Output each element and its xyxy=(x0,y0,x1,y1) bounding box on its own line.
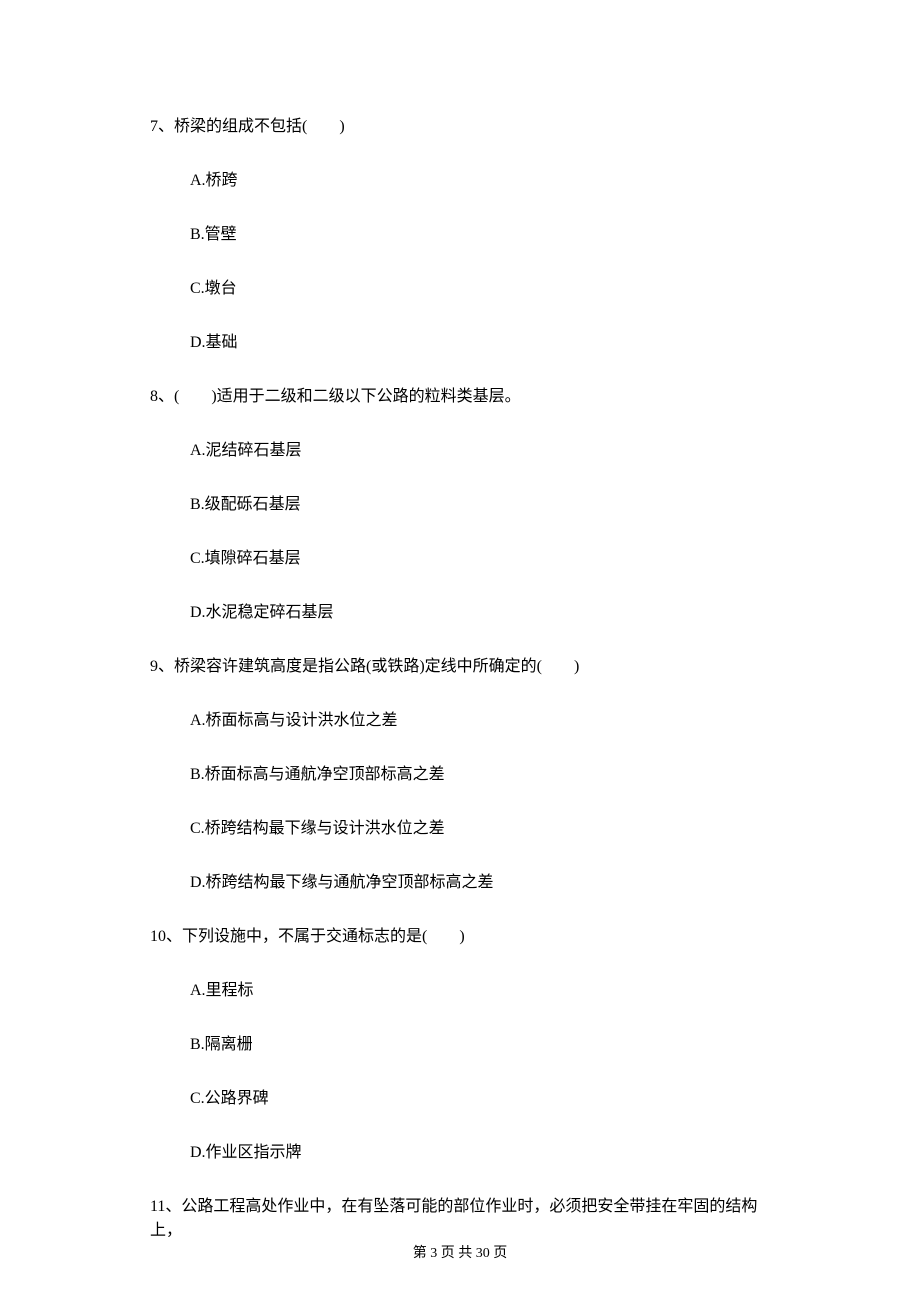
option-c: C.墩台 xyxy=(190,277,770,301)
option-d: D.桥跨结构最下缘与通航净空顶部标高之差 xyxy=(190,871,770,895)
question-7: 7、桥梁的组成不包括( ) A.桥跨 B.管壁 C.墩台 D.基础 xyxy=(150,115,770,355)
option-b: B.桥面标高与通航净空顶部标高之差 xyxy=(190,763,770,787)
question-number: 7、 xyxy=(150,118,174,135)
option-d: D.作业区指示牌 xyxy=(190,1141,770,1165)
option-c: C.公路界碑 xyxy=(190,1087,770,1111)
question-body: ( )适用于二级和二级以下公路的粒料类基层。 xyxy=(174,388,521,405)
question-text: 7、桥梁的组成不包括( ) xyxy=(150,115,770,139)
question-body: 下列设施中，不属于交通标志的是( ) xyxy=(182,928,465,945)
question-body: 桥梁的组成不包括( ) xyxy=(174,118,345,135)
question-body: 公路工程高处作业中，在有坠落可能的部位作业时，必须把安全带挂在牢固的结构上， xyxy=(150,1198,757,1239)
options-block: A.泥结碎石基层 B.级配砾石基层 C.填隙碎石基层 D.水泥稳定碎石基层 xyxy=(150,439,770,625)
question-number: 8、 xyxy=(150,388,174,405)
question-body: 桥梁容许建筑高度是指公路(或铁路)定线中所确定的( ) xyxy=(174,658,579,675)
option-a: A.桥跨 xyxy=(190,169,770,193)
page-footer: 第 3 页 共 30 页 xyxy=(0,1242,920,1262)
option-a: A.里程标 xyxy=(190,979,770,1003)
option-d: D.基础 xyxy=(190,331,770,355)
question-number: 9、 xyxy=(150,658,174,675)
options-block: A.里程标 B.隔离栅 C.公路界碑 D.作业区指示牌 xyxy=(150,979,770,1165)
question-9: 9、桥梁容许建筑高度是指公路(或铁路)定线中所确定的( ) A.桥面标高与设计洪… xyxy=(150,655,770,895)
option-a: A.泥结碎石基层 xyxy=(190,439,770,463)
option-b: B.管壁 xyxy=(190,223,770,247)
question-11: 11、公路工程高处作业中，在有坠落可能的部位作业时，必须把安全带挂在牢固的结构上… xyxy=(150,1195,770,1243)
question-number: 10、 xyxy=(150,928,182,945)
option-c: C.填隙碎石基层 xyxy=(190,547,770,571)
question-text: 8、( )适用于二级和二级以下公路的粒料类基层。 xyxy=(150,385,770,409)
option-b: B.隔离栅 xyxy=(190,1033,770,1057)
options-block: A.桥跨 B.管壁 C.墩台 D.基础 xyxy=(150,169,770,355)
options-block: A.桥面标高与设计洪水位之差 B.桥面标高与通航净空顶部标高之差 C.桥跨结构最… xyxy=(150,709,770,895)
option-b: B.级配砾石基层 xyxy=(190,493,770,517)
option-a: A.桥面标高与设计洪水位之差 xyxy=(190,709,770,733)
question-number: 11、 xyxy=(150,1198,181,1215)
page-content: 7、桥梁的组成不包括( ) A.桥跨 B.管壁 C.墩台 D.基础 8、( )适… xyxy=(0,0,920,1243)
question-text: 10、下列设施中，不属于交通标志的是( ) xyxy=(150,925,770,949)
option-c: C.桥跨结构最下缘与设计洪水位之差 xyxy=(190,817,770,841)
question-text: 9、桥梁容许建筑高度是指公路(或铁路)定线中所确定的( ) xyxy=(150,655,770,679)
question-10: 10、下列设施中，不属于交通标志的是( ) A.里程标 B.隔离栅 C.公路界碑… xyxy=(150,925,770,1165)
option-d: D.水泥稳定碎石基层 xyxy=(190,601,770,625)
question-text: 11、公路工程高处作业中，在有坠落可能的部位作业时，必须把安全带挂在牢固的结构上… xyxy=(150,1195,770,1243)
question-8: 8、( )适用于二级和二级以下公路的粒料类基层。 A.泥结碎石基层 B.级配砾石… xyxy=(150,385,770,625)
